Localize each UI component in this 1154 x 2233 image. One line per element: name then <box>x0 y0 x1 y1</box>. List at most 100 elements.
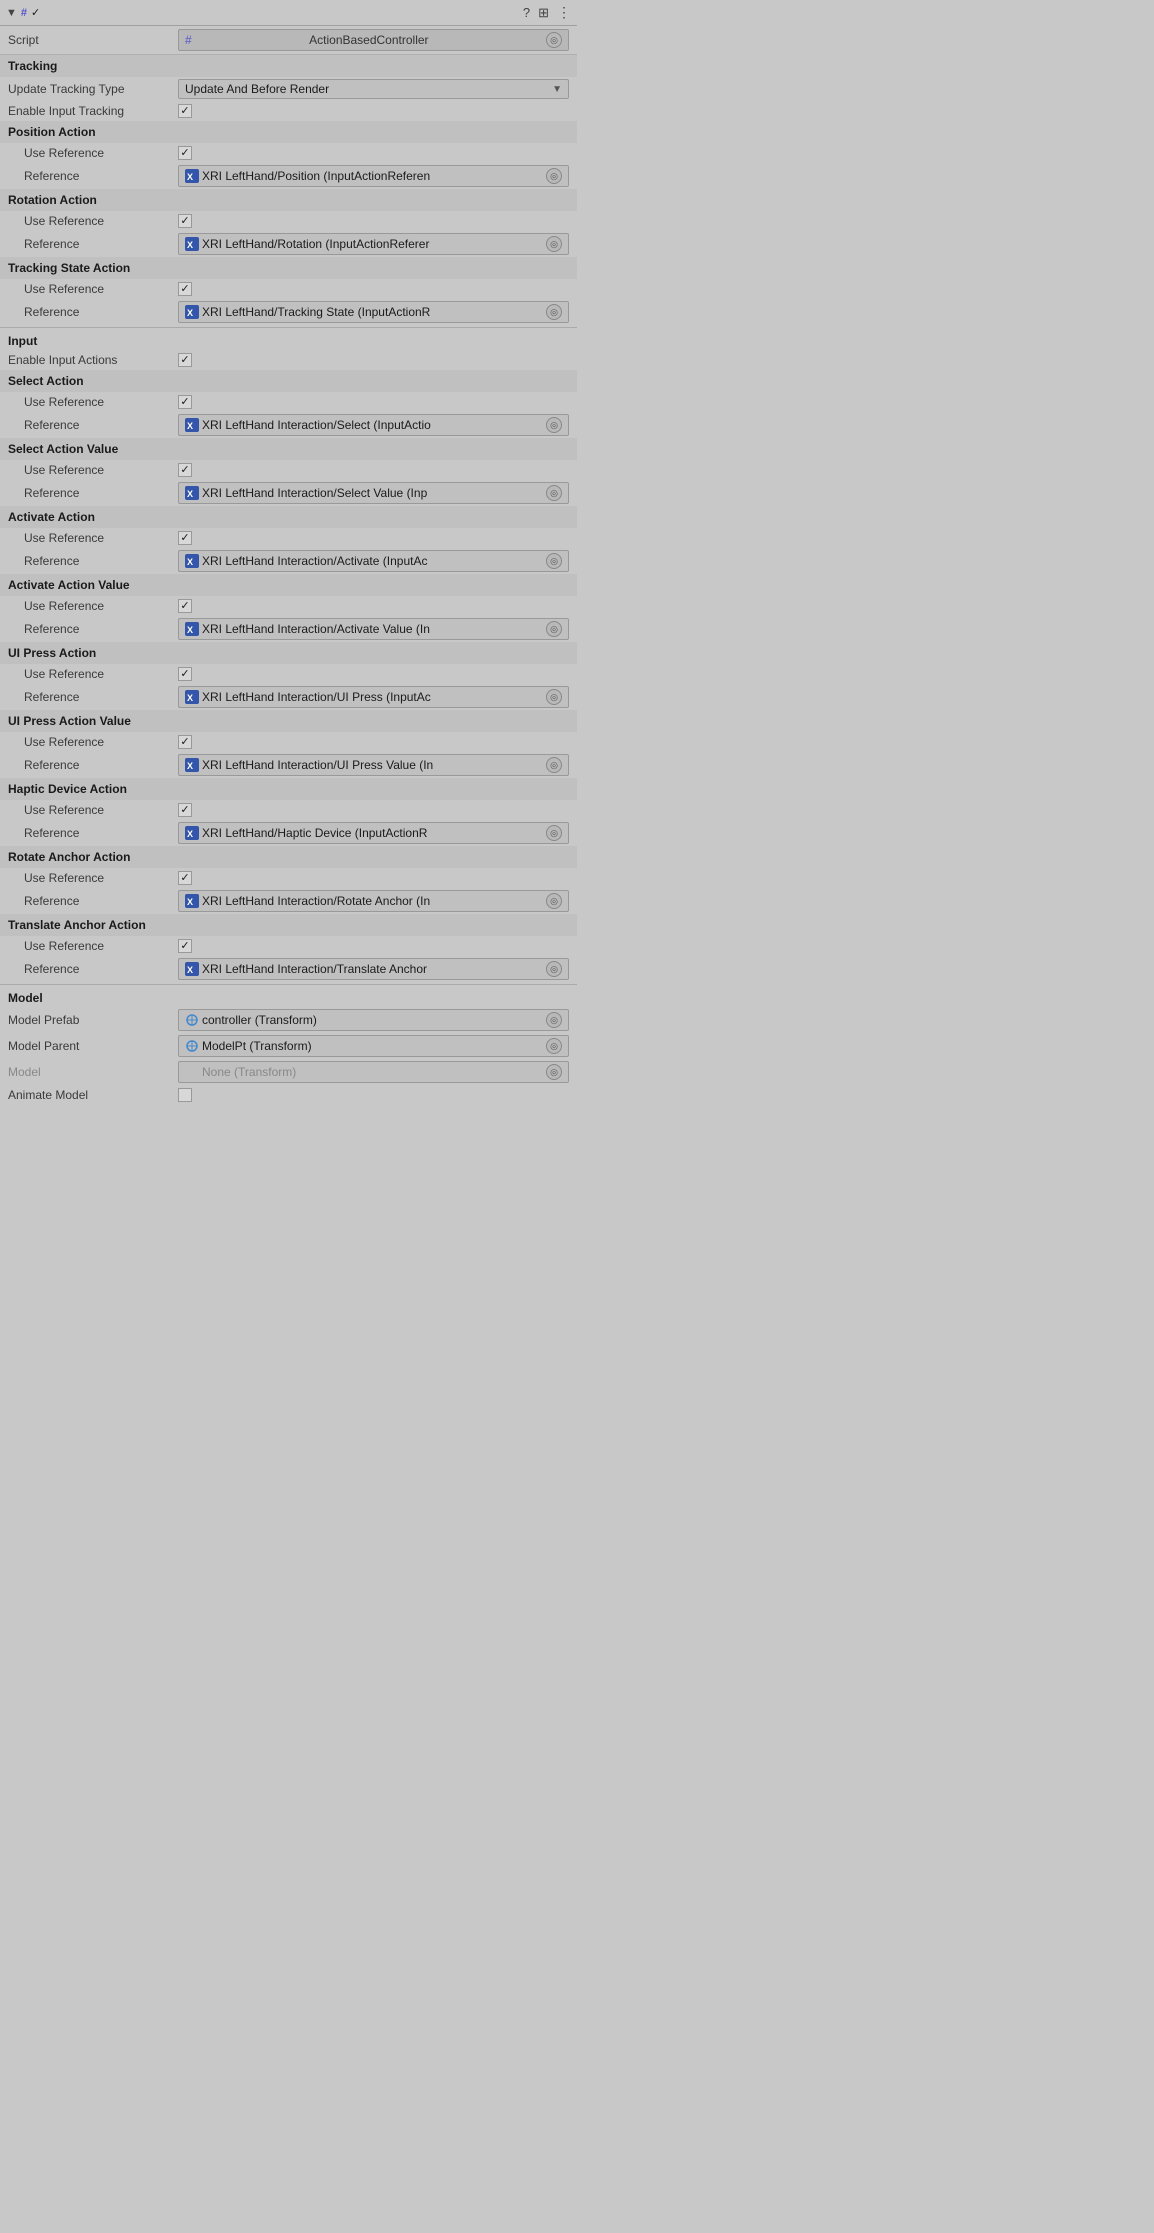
value-area-position-use-ref: ✓ <box>178 146 569 160</box>
value-area-model: None (Transform)◎ <box>178 1061 569 1083</box>
object-circle-btn-tracking-ref[interactable]: ◎ <box>546 304 562 320</box>
checkbox-rotate-anchor-use-ref[interactable]: ✓ <box>178 871 192 885</box>
value-area-select-ref: XXRI LeftHand Interaction/Select (InputA… <box>178 414 569 436</box>
label-ui-press-value-ref: Reference <box>8 758 178 772</box>
chevron-icon: ▼ <box>552 84 562 95</box>
row-translate-anchor-use-ref: Use Reference✓ <box>0 936 577 956</box>
checkbox-activate-use-ref[interactable]: ✓ <box>178 531 192 545</box>
object-field-rotate-anchor-ref[interactable]: XXRI LeftHand Interaction/Rotate Anchor … <box>178 890 569 912</box>
checkbox-haptic-use-ref[interactable]: ✓ <box>178 803 192 817</box>
section-header-rotate-anchor-header: Rotate Anchor Action <box>0 846 577 868</box>
object-field-haptic-ref[interactable]: XXRI LeftHand/Haptic Device (InputAction… <box>178 822 569 844</box>
object-field-translate-anchor-ref[interactable]: XXRI LeftHand Interaction/Translate Anch… <box>178 958 569 980</box>
svg-text:X: X <box>187 172 193 182</box>
row-select-value-ref: ReferenceXXRI LeftHand Interaction/Selec… <box>0 480 577 506</box>
checkbox-translate-anchor-use-ref[interactable]: ✓ <box>178 939 192 953</box>
checkbox-activate-value-use-ref[interactable]: ✓ <box>178 599 192 613</box>
settings-icon[interactable]: ⊞ <box>538 5 549 21</box>
object-field-ui-press-value-ref[interactable]: XXRI LeftHand Interaction/UI Press Value… <box>178 754 569 776</box>
checkmark-activate-value-use-ref: ✓ <box>180 601 189 612</box>
label-rotation-use-ref: Use Reference <box>8 214 178 228</box>
row-position-ref: ReferenceXXRI LeftHand/Position (InputAc… <box>0 163 577 189</box>
help-icon[interactable]: ? <box>523 5 530 20</box>
value-area-activate-use-ref: ✓ <box>178 531 569 545</box>
object-circle-btn-select-ref[interactable]: ◎ <box>546 417 562 433</box>
object-circle-btn-ui-press-ref[interactable]: ◎ <box>546 689 562 705</box>
value-area-rotation-use-ref: ✓ <box>178 214 569 228</box>
checkbox-position-use-ref[interactable]: ✓ <box>178 146 192 160</box>
object-icon-select-ref: X <box>185 418 199 432</box>
object-icon-model-parent <box>185 1039 199 1053</box>
section-header-position-action-header: Position Action <box>0 121 577 143</box>
object-field-select-value-ref[interactable]: XXRI LeftHand Interaction/Select Value (… <box>178 482 569 504</box>
object-circle-btn-rotate-anchor-ref[interactable]: ◎ <box>546 893 562 909</box>
script-value-text: ActionBasedController <box>309 33 428 47</box>
object-circle-btn-model-parent[interactable]: ◎ <box>546 1038 562 1054</box>
arrow-icon[interactable]: ▼ <box>6 7 17 19</box>
label-rotate-anchor-use-ref: Use Reference <box>8 871 178 885</box>
checkbox-animate-model[interactable] <box>178 1088 192 1102</box>
row-activate-use-ref: Use Reference✓ <box>0 528 577 548</box>
row-enable-input-actions: Enable Input Actions✓ <box>0 350 577 370</box>
checkbox-tracking-use-ref[interactable]: ✓ <box>178 282 192 296</box>
dropdown-update-tracking-type[interactable]: Update And Before Render▼ <box>178 79 569 99</box>
object-circle-btn-model-prefab[interactable]: ◎ <box>546 1012 562 1028</box>
script-field[interactable]: #ActionBasedController◎ <box>178 29 569 51</box>
checkmark-icon[interactable]: ✓ <box>31 6 40 19</box>
object-field-tracking-ref[interactable]: XXRI LeftHand/Tracking State (InputActio… <box>178 301 569 323</box>
object-circle-btn-position-ref[interactable]: ◎ <box>546 168 562 184</box>
object-field-model-parent[interactable]: ModelPt (Transform)◎ <box>178 1035 569 1057</box>
svg-text:X: X <box>187 761 193 771</box>
value-area-haptic-ref: XXRI LeftHand/Haptic Device (InputAction… <box>178 822 569 844</box>
object-circle-btn-ui-press-value-ref[interactable]: ◎ <box>546 757 562 773</box>
svg-text:X: X <box>187 308 193 318</box>
svg-text:X: X <box>187 693 193 703</box>
object-circle-btn-rotation-ref[interactable]: ◎ <box>546 236 562 252</box>
label-enable-input-tracking: Enable Input Tracking <box>8 104 178 118</box>
label-rotate-anchor-ref: Reference <box>8 894 178 908</box>
object-field-ui-press-ref[interactable]: XXRI LeftHand Interaction/UI Press (Inpu… <box>178 686 569 708</box>
script-circle-btn[interactable]: ◎ <box>546 32 562 48</box>
object-circle-btn-activate-ref[interactable]: ◎ <box>546 553 562 569</box>
object-field-activate-value-ref[interactable]: XXRI LeftHand Interaction/Activate Value… <box>178 618 569 640</box>
checkbox-rotation-use-ref[interactable]: ✓ <box>178 214 192 228</box>
section-header-activate-value-header: Activate Action Value <box>0 574 577 596</box>
section-header-select-action-header: Select Action <box>0 370 577 392</box>
checkmark-translate-anchor-use-ref: ✓ <box>180 941 189 952</box>
checkbox-ui-press-use-ref[interactable]: ✓ <box>178 667 192 681</box>
checkbox-select-use-ref[interactable]: ✓ <box>178 395 192 409</box>
row-activate-value-ref: ReferenceXXRI LeftHand Interaction/Activ… <box>0 616 577 642</box>
object-field-select-ref[interactable]: XXRI LeftHand Interaction/Select (InputA… <box>178 414 569 436</box>
object-circle-btn-activate-value-ref[interactable]: ◎ <box>546 621 562 637</box>
label-position-ref: Reference <box>8 169 178 183</box>
object-text-translate-anchor-ref: XRI LeftHand Interaction/Translate Ancho… <box>202 962 542 976</box>
object-icon-translate-anchor-ref: X <box>185 962 199 976</box>
object-circle-btn-haptic-ref[interactable]: ◎ <box>546 825 562 841</box>
value-area-haptic-use-ref: ✓ <box>178 803 569 817</box>
more-icon[interactable]: ⋮ <box>557 4 571 21</box>
object-icon-rotate-anchor-ref: X <box>185 894 199 908</box>
row-position-use-ref: Use Reference✓ <box>0 143 577 163</box>
object-field-rotation-ref[interactable]: XXRI LeftHand/Rotation (InputActionRefer… <box>178 233 569 255</box>
row-haptic-ref: ReferenceXXRI LeftHand/Haptic Device (In… <box>0 820 577 846</box>
svg-text:X: X <box>187 625 193 635</box>
checkmark-rotate-anchor-use-ref: ✓ <box>180 873 189 884</box>
row-model: ModelNone (Transform)◎ <box>0 1059 577 1085</box>
checkmark-ui-press-value-use-ref: ✓ <box>180 737 189 748</box>
row-haptic-use-ref: Use Reference✓ <box>0 800 577 820</box>
checkbox-enable-input-actions[interactable]: ✓ <box>178 353 192 367</box>
label-ui-press-value-use-ref: Use Reference <box>8 735 178 749</box>
checkbox-ui-press-value-use-ref[interactable]: ✓ <box>178 735 192 749</box>
object-circle-btn-translate-anchor-ref[interactable]: ◎ <box>546 961 562 977</box>
row-select-ref: ReferenceXXRI LeftHand Interaction/Selec… <box>0 412 577 438</box>
object-field-activate-ref[interactable]: XXRI LeftHand Interaction/Activate (Inpu… <box>178 550 569 572</box>
checkbox-select-value-use-ref[interactable]: ✓ <box>178 463 192 477</box>
object-circle-btn-select-value-ref[interactable]: ◎ <box>546 485 562 501</box>
object-field-position-ref[interactable]: XXRI LeftHand/Position (InputActionRefer… <box>178 165 569 187</box>
object-field-model[interactable]: None (Transform)◎ <box>178 1061 569 1083</box>
checkbox-enable-input-tracking[interactable]: ✓ <box>178 104 192 118</box>
object-circle-btn-model[interactable]: ◎ <box>546 1064 562 1080</box>
object-field-model-prefab[interactable]: controller (Transform) ◎ <box>178 1009 569 1031</box>
label-select-value-ref: Reference <box>8 486 178 500</box>
object-text-model-prefab: controller (Transform) <box>202 1013 542 1027</box>
